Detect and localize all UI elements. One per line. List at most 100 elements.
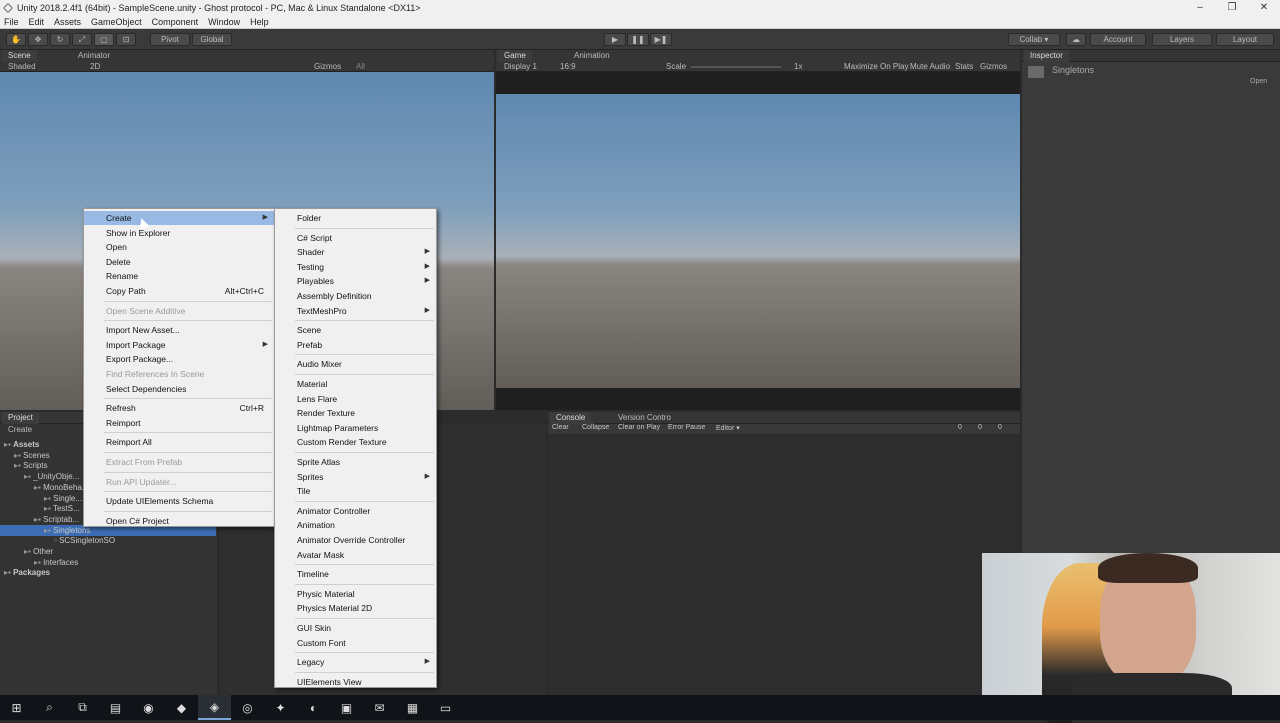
- menu-item-animator-override-controller[interactable]: Animator Override Controller: [275, 533, 436, 547]
- menu-item-gui-skin[interactable]: GUI Skin: [275, 621, 436, 635]
- taskbar-app-icon[interactable]: ⌕: [33, 695, 66, 720]
- taskbar-app-icon[interactable]: ▭: [429, 695, 462, 720]
- menu-item-open-c-project[interactable]: Open C# Project: [84, 514, 274, 528]
- console-warning-count[interactable]: 0: [978, 424, 982, 431]
- tree-item-interfaces[interactable]: ▸▪ Interfaces: [34, 557, 78, 568]
- menu-item-shader[interactable]: Shader ▶: [275, 245, 436, 259]
- menu-item-audio-mixer[interactable]: Audio Mixer: [275, 357, 436, 371]
- hand-tool-icon[interactable]: ✋: [6, 33, 26, 46]
- tab-version-control[interactable]: Version Contro: [612, 412, 677, 424]
- menu-file[interactable]: File: [4, 17, 19, 27]
- play-icon[interactable]: ▶: [604, 33, 626, 46]
- step-icon[interactable]: ▶❚: [650, 33, 672, 46]
- rotate-tool-icon[interactable]: ↻: [50, 33, 70, 46]
- console-collapse-button[interactable]: Collapse: [582, 424, 609, 431]
- menu-help[interactable]: Help: [250, 17, 269, 27]
- collab-button[interactable]: Collab ▾: [1008, 33, 1060, 46]
- project-create-dropdown[interactable]: Create: [2, 424, 38, 436]
- menu-item-rename[interactable]: Rename: [84, 269, 274, 283]
- pivot-button[interactable]: Pivot: [150, 33, 190, 46]
- scale-slider[interactable]: [691, 66, 781, 68]
- tree-item-scriptab[interactable]: ▸▪ Scriptab...: [34, 514, 79, 525]
- tab-inspector[interactable]: Inspector: [1024, 50, 1069, 62]
- taskbar-app-icon[interactable]: ▣: [330, 695, 363, 720]
- scale-tool-icon[interactable]: ⤢: [72, 33, 92, 46]
- menu-item-select-dependencies[interactable]: Select Dependencies: [84, 382, 274, 396]
- taskbar-app-icon[interactable]: ◎: [231, 695, 264, 720]
- menu-item-create[interactable]: Create ▶: [84, 211, 274, 225]
- taskbar-app-icon[interactable]: ✦: [264, 695, 297, 720]
- taskbar-app-icon[interactable]: ▤: [99, 695, 132, 720]
- pause-icon[interactable]: ❚❚: [627, 33, 649, 46]
- taskbar-app-icon[interactable]: ◆: [165, 695, 198, 720]
- tree-item-assets[interactable]: ▸▪ Assets: [4, 439, 39, 450]
- menu-item-timeline[interactable]: Timeline: [275, 567, 436, 581]
- tab-project[interactable]: Project: [2, 412, 39, 424]
- tree-item-tests[interactable]: ▸▪ TestS...: [44, 503, 80, 514]
- tab-console[interactable]: Console: [550, 412, 592, 424]
- menu-item-sprites[interactable]: Sprites ▶: [275, 470, 436, 484]
- menu-item-show-in-explorer[interactable]: Show in Explorer: [84, 226, 274, 240]
- console-clear-on-play-button[interactable]: Clear on Play: [618, 424, 660, 431]
- taskbar-app-icon[interactable]: ⧉: [66, 695, 99, 720]
- taskbar-app-icon[interactable]: ✉: [363, 695, 396, 720]
- menu-item-uielements-view[interactable]: UIElements View: [275, 675, 436, 689]
- menu-item-animation[interactable]: Animation: [275, 518, 436, 532]
- tree-item-scenes[interactable]: ▸▪ Scenes: [14, 450, 50, 461]
- transform-tool-icon[interactable]: ⊡: [116, 33, 136, 46]
- menu-item-c-script[interactable]: C# Script: [275, 231, 436, 245]
- taskbar-app-icon[interactable]: ◈: [198, 695, 231, 720]
- menu-item-playables[interactable]: Playables ▶: [275, 274, 436, 288]
- menu-component[interactable]: Component: [152, 17, 199, 27]
- console-error-count[interactable]: 0: [998, 424, 1002, 431]
- menu-item-sprite-atlas[interactable]: Sprite Atlas: [275, 455, 436, 469]
- menu-item-export-package[interactable]: Export Package...: [84, 352, 274, 366]
- menu-item-custom-font[interactable]: Custom Font: [275, 636, 436, 650]
- layers-dropdown[interactable]: Layers: [1152, 33, 1212, 46]
- menu-item-update-uielements-schema[interactable]: Update UIElements Schema: [84, 494, 274, 508]
- layout-dropdown[interactable]: Layout: [1216, 33, 1274, 46]
- menu-assets[interactable]: Assets: [54, 17, 81, 27]
- menu-item-physic-material[interactable]: Physic Material: [275, 587, 436, 601]
- taskbar-app-icon[interactable]: ◉: [132, 695, 165, 720]
- close-button[interactable]: ✕: [1248, 0, 1280, 15]
- menu-item-material[interactable]: Material: [275, 377, 436, 391]
- menu-item-testing[interactable]: Testing ▶: [275, 260, 436, 274]
- menu-gameobject[interactable]: GameObject: [91, 17, 142, 27]
- move-tool-icon[interactable]: ✥: [28, 33, 48, 46]
- taskbar-app-icon[interactable]: ▦: [396, 695, 429, 720]
- minimize-button[interactable]: –: [1184, 0, 1216, 15]
- menu-item-animator-controller[interactable]: Animator Controller: [275, 504, 436, 518]
- menu-window[interactable]: Window: [208, 17, 240, 27]
- tree-item-packages[interactable]: ▸▪ Packages: [4, 567, 50, 578]
- menu-item-refresh[interactable]: Refresh Ctrl+R: [84, 401, 274, 415]
- taskbar-app-icon[interactable]: ⊞: [0, 695, 33, 720]
- menu-item-open[interactable]: Open: [84, 240, 274, 254]
- menu-item-lightmap-parameters[interactable]: Lightmap Parameters: [275, 421, 436, 435]
- menu-item-reimport[interactable]: Reimport: [84, 416, 274, 430]
- console-info-count[interactable]: 0: [958, 424, 962, 431]
- rect-tool-icon[interactable]: ▢: [94, 33, 114, 46]
- menu-item-assembly-definition[interactable]: Assembly Definition: [275, 289, 436, 303]
- menu-item-tile[interactable]: Tile: [275, 484, 436, 498]
- tree-item-scsingletonso[interactable]: ▫ SCSingletonSO: [54, 535, 115, 546]
- menu-item-import-package[interactable]: Import Package ▶: [84, 338, 274, 352]
- tree-item-other[interactable]: ▸▪ Other: [24, 546, 53, 557]
- menu-item-folder[interactable]: Folder: [275, 211, 436, 225]
- menu-item-render-texture[interactable]: Render Texture: [275, 406, 436, 420]
- menu-item-legacy[interactable]: Legacy ▶: [275, 655, 436, 669]
- restore-button[interactable]: ❐: [1216, 0, 1248, 15]
- menu-item-physics-material-2d[interactable]: Physics Material 2D: [275, 601, 436, 615]
- menu-item-copy-path[interactable]: Copy Path Alt+Ctrl+C: [84, 284, 274, 298]
- tree-item-scripts[interactable]: ▸▪ Scripts: [14, 460, 48, 471]
- console-clear-button[interactable]: Clear: [552, 424, 569, 431]
- account-dropdown[interactable]: Account: [1090, 33, 1146, 46]
- menu-item-prefab[interactable]: Prefab: [275, 338, 436, 352]
- menu-item-delete[interactable]: Delete: [84, 255, 274, 269]
- menu-item-scene[interactable]: Scene: [275, 323, 436, 337]
- taskbar-app-icon[interactable]: ◐: [297, 695, 330, 720]
- tree-item-unityobje[interactable]: ▸▪ _UnityObje...: [24, 471, 79, 482]
- game-view[interactable]: [496, 94, 1020, 388]
- console-error-pause-button[interactable]: Error Pause: [668, 424, 705, 431]
- console-editor-dropdown[interactable]: Editor ▾: [716, 424, 740, 432]
